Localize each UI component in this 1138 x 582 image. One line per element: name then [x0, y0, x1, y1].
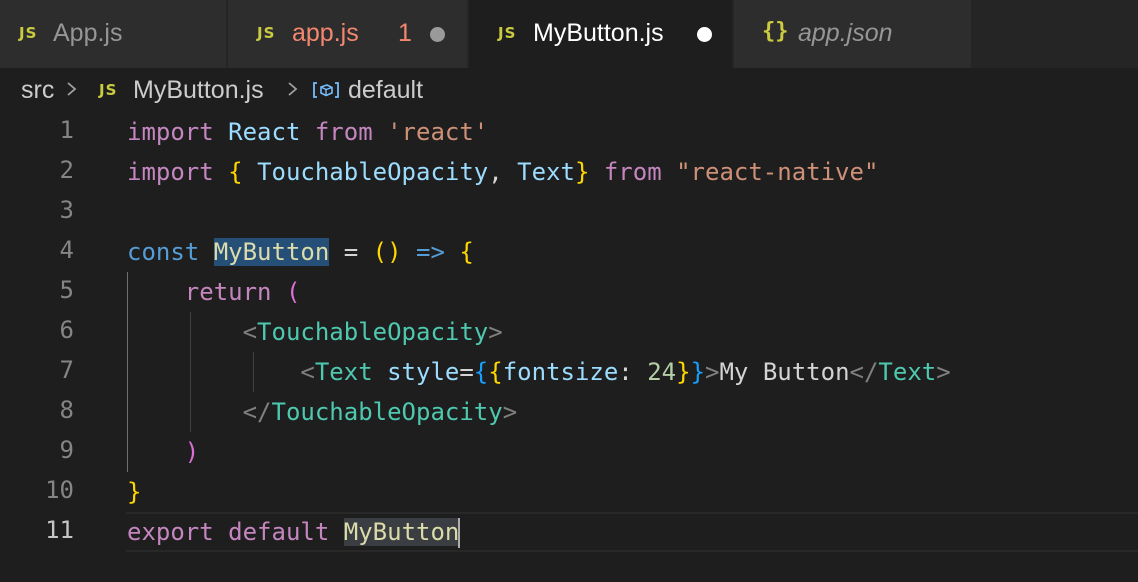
code-line[interactable]: 1 import React from 'react': [0, 112, 1138, 152]
code-line[interactable]: 6 <TouchableOpacity>: [0, 312, 1138, 352]
code-editor[interactable]: 1 import React from 'react' 2 import { T…: [0, 112, 1138, 582]
line-number: 3: [59, 196, 74, 224]
code-text: const MyButton = () => {: [127, 238, 474, 266]
modified-dot-icon[interactable]: [697, 27, 712, 42]
modified-dot-icon[interactable]: [430, 27, 445, 42]
js-file-icon: JS: [99, 81, 118, 99]
code-text: import React from 'react': [127, 118, 489, 146]
line-number: 9: [59, 436, 74, 464]
tab-label: App.js: [53, 19, 123, 47]
js-file-icon: JS: [257, 24, 276, 42]
code-line[interactable]: 7 <Text style={{fontsize: 24}}>My Button…: [0, 352, 1138, 392]
chevron-right-icon: [288, 82, 298, 96]
editor-tab-bar: JS App.js JS app.js 1 JS MyButton.js {} …: [0, 0, 1138, 68]
breadcrumb-folder[interactable]: src: [21, 76, 54, 105]
symbol-variable-icon: [313, 82, 339, 98]
line-number: 5: [59, 276, 74, 304]
code-text: ): [184, 438, 200, 466]
code-line[interactable]: 5 return (: [0, 272, 1138, 312]
code-text: export default MyButton: [127, 518, 461, 548]
tab-app-js[interactable]: JS App.js: [0, 0, 227, 68]
line-number: 1: [59, 116, 74, 144]
code-line[interactable]: 3: [0, 192, 1138, 232]
code-line[interactable]: 9 ): [0, 432, 1138, 472]
line-number: 11: [45, 516, 74, 544]
js-file-icon: JS: [19, 24, 38, 42]
tab-label: app.json: [798, 19, 893, 47]
problem-count-badge: 1: [398, 19, 412, 47]
code-line-current[interactable]: 11 export default MyButton: [0, 512, 1138, 552]
js-file-icon: JS: [498, 24, 517, 42]
code-line[interactable]: 2 import { TouchableOpacity, Text} from …: [0, 152, 1138, 192]
tab-app-js-error[interactable]: JS app.js 1: [228, 0, 468, 68]
breadcrumb-file[interactable]: MyButton.js: [133, 76, 264, 105]
code-line[interactable]: 8 </TouchableOpacity>: [0, 392, 1138, 432]
tab-app-json[interactable]: {} app.json: [734, 0, 972, 68]
line-number: 7: [59, 356, 74, 384]
code-text: return (: [184, 278, 301, 306]
text-cursor: [458, 518, 461, 548]
breadcrumb-symbol[interactable]: default: [348, 76, 423, 105]
line-number: 10: [45, 476, 74, 504]
line-number: 4: [59, 236, 74, 264]
breadcrumb: src JS MyButton.js default: [0, 68, 1138, 112]
code-text: <Text style={{fontsize: 24}}>My Button</…: [300, 358, 951, 386]
chevron-right-icon: [67, 82, 77, 96]
tab-mybutton-js[interactable]: JS MyButton.js: [469, 0, 733, 68]
json-file-icon: {}: [762, 19, 789, 44]
tab-label: MyButton.js: [533, 19, 664, 47]
code-line[interactable]: 4 const MyButton = () => {: [0, 232, 1138, 272]
tab-label: app.js: [292, 19, 359, 47]
code-text: import { TouchableOpacity, Text} from "r…: [127, 158, 879, 186]
line-number: 8: [59, 396, 74, 424]
line-number: 2: [59, 156, 74, 184]
code-line[interactable]: 10 }: [0, 472, 1138, 512]
code-text: </TouchableOpacity>: [242, 398, 518, 426]
code-text: }: [127, 478, 142, 506]
code-text: <TouchableOpacity>: [242, 318, 503, 346]
line-number: 6: [59, 316, 74, 344]
